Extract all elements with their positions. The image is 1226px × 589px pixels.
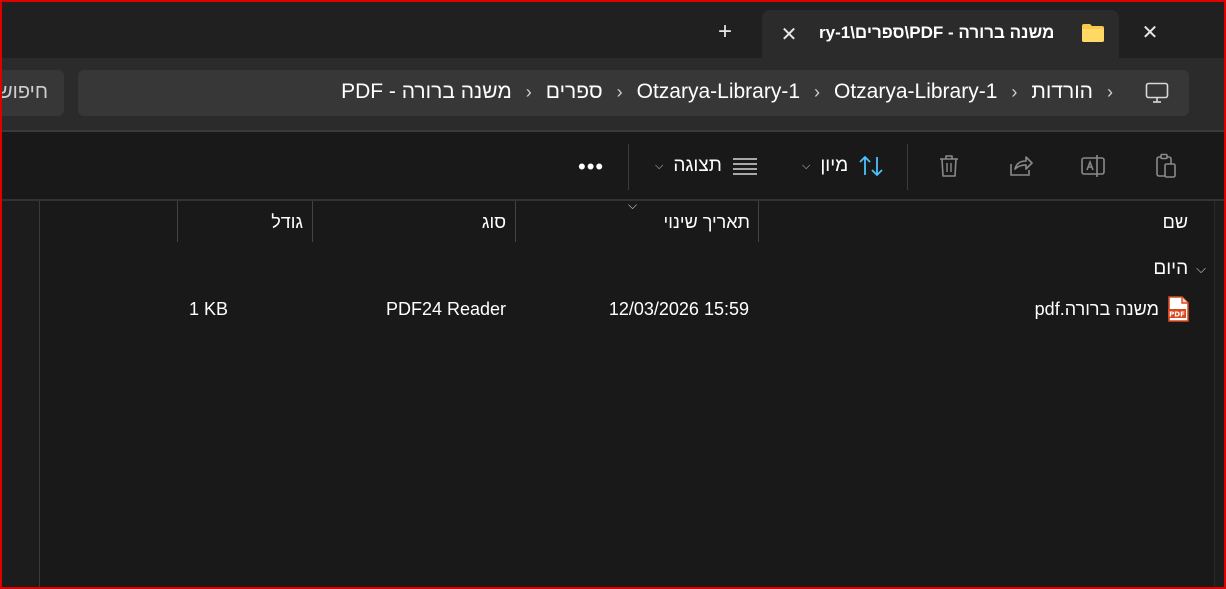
svg-text:PDF: PDF — [1169, 311, 1185, 319]
group-header-today[interactable]: ⌵ היום — [1153, 258, 1206, 280]
folder-icon — [1082, 24, 1104, 42]
breadcrumb-item-downloads[interactable]: הורדות — [1031, 80, 1093, 104]
file-date-modified: 12/03/2026 15:59 — [608, 299, 749, 319]
sort-indicator-icon: ⌵ — [628, 198, 638, 212]
breadcrumb: › הורדות › Otzarya-Library-1 › Otzarya-L… — [341, 80, 1127, 104]
group-label: היום — [1153, 258, 1189, 279]
column-header-date-modified[interactable]: תאריך שינוי — [664, 212, 750, 252]
tab-close-button[interactable]: ✕ — [778, 22, 800, 47]
sort-icon — [859, 156, 883, 176]
computer-icon[interactable] — [1145, 82, 1169, 104]
breadcrumb-item-library-inner[interactable]: Otzarya-Library-1 — [637, 80, 800, 104]
column-divider[interactable] — [177, 201, 178, 242]
sort-label: מיון — [820, 155, 849, 176]
breadcrumb-item-library-outer[interactable]: Otzarya-Library-1 — [834, 80, 997, 104]
breadcrumb-item-books[interactable]: ספרים — [546, 80, 603, 104]
window-close-button[interactable]: ✕ — [1138, 20, 1162, 44]
breadcrumb-item-current[interactable]: משנה ברורה - PDF — [341, 80, 512, 104]
share-icon[interactable] — [1007, 152, 1035, 180]
clipboard-icon[interactable] — [1152, 152, 1180, 180]
title-bar: + משנה ברורה - PDF\ספרים\ry-1 ✕ ✕ — [0, 0, 1226, 58]
more-options-button[interactable]: ••• — [578, 154, 604, 180]
search-placeholder: חיפוש — [0, 81, 48, 103]
chevron-down-icon: ⌵ — [1196, 261, 1206, 276]
breadcrumb-separator[interactable]: › — [1093, 82, 1127, 103]
view-list-icon — [732, 158, 757, 175]
column-header-type[interactable]: סוג — [482, 212, 506, 252]
view-button[interactable]: תצוגה ⌵ — [655, 150, 758, 182]
rename-icon[interactable] — [1079, 152, 1107, 180]
column-header-size[interactable]: גודל — [271, 212, 303, 252]
column-divider[interactable] — [312, 201, 313, 242]
chevron-down-icon: ⌵ — [802, 159, 811, 172]
command-separator — [907, 144, 908, 190]
chevron-down-icon: ⌵ — [655, 159, 664, 172]
tab-title: משנה ברורה - PDF\ספרים\ry-1 — [819, 23, 1055, 42]
sort-button[interactable]: מיון ⌵ — [802, 150, 884, 182]
scrollbar[interactable] — [1214, 201, 1224, 589]
navigation-pane[interactable] — [0, 201, 40, 589]
view-label: תצוגה — [673, 155, 722, 176]
breadcrumb-separator[interactable]: › — [800, 82, 834, 103]
new-tab-button[interactable]: + — [712, 20, 738, 46]
breadcrumb-separator[interactable]: › — [603, 82, 637, 103]
delete-icon[interactable] — [935, 152, 963, 180]
file-type: PDF24 Reader — [385, 299, 506, 319]
active-tab[interactable]: משנה ברורה - PDF\ספרים\ry-1 ✕ — [762, 10, 1119, 58]
breadcrumb-separator[interactable]: › — [512, 82, 546, 103]
command-separator — [628, 144, 629, 190]
column-divider[interactable] — [515, 201, 516, 242]
file-row[interactable]: PDF משנה ברורה.pdf 12/03/2026 15:59 PDF2… — [41, 290, 1213, 328]
command-bar: מיון ⌵ תצוגה ⌵ ••• — [0, 132, 1226, 200]
column-header-name[interactable]: שם — [1163, 212, 1188, 252]
column-divider[interactable] — [758, 201, 759, 242]
breadcrumb-separator[interactable]: › — [997, 82, 1031, 103]
pdf-icon: PDF — [1168, 296, 1189, 322]
file-name: משנה ברורה.pdf — [1034, 299, 1159, 319]
search-box[interactable]: חיפוש — [0, 70, 64, 116]
file-size: 1 KB — [189, 299, 229, 319]
address-row: חיפוש › הורדות › Otzarya-Library-1 › Otz… — [0, 58, 1226, 130]
address-bar[interactable]: › הורדות › Otzarya-Library-1 › Otzarya-L… — [78, 70, 1189, 116]
divider — [0, 199, 1226, 201]
